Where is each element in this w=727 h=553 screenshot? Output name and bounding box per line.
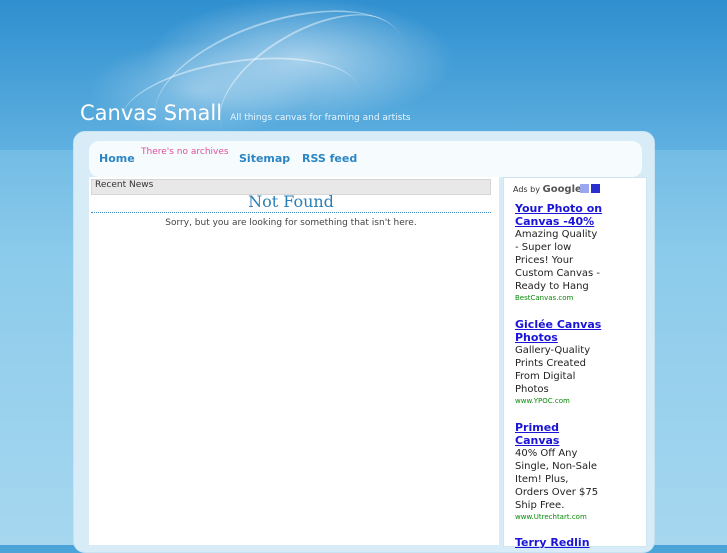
not-found-message: Sorry, but you are looking for something… <box>165 218 417 228</box>
ad-url-link[interactable]: www.Utrechtart.com <box>515 512 603 523</box>
ad-item: Primed Canvas 40% Off Any Single, Non-Sa… <box>515 421 603 523</box>
main-content <box>89 177 499 545</box>
ad-item: Your Photo on Canvas -40% Amazing Qualit… <box>515 202 603 304</box>
ads-by-google[interactable]: Ads by Google <box>513 184 582 195</box>
recent-news-label: Recent News <box>95 180 154 190</box>
title-divider <box>91 212 491 213</box>
header-background <box>0 0 727 180</box>
ads-prev-icon[interactable] <box>580 184 589 193</box>
ad-title-link[interactable]: Terry Redlin <box>515 536 603 549</box>
ad-item: Terry Redlin <box>515 536 603 549</box>
ads-by-label: Ads by <box>513 185 540 194</box>
ad-description: Amazing Quality - Super low Prices! Your… <box>515 229 600 292</box>
ad-description: Gallery-Quality Prints Created From Digi… <box>515 345 591 395</box>
site-title[interactable]: Canvas Small <box>80 101 222 125</box>
ad-title-link[interactable]: Giclée Canvas Photos <box>515 318 603 344</box>
not-found-title: Not Found <box>248 192 334 211</box>
nav-rss-feed[interactable]: RSS feed <box>302 152 357 165</box>
ad-description: 40% Off Any Single, Non-Sale Item! Plus,… <box>515 448 599 511</box>
ad-title-link[interactable]: Primed Canvas <box>515 421 603 447</box>
ads-next-icon[interactable] <box>591 184 600 193</box>
nav-home[interactable]: Home <box>99 152 135 165</box>
google-label: Google <box>542 184 582 195</box>
nav-sitemap[interactable]: Sitemap <box>239 152 290 165</box>
site-header: Canvas Small All things canvas for frami… <box>80 101 411 125</box>
site-tagline: All things canvas for framing and artist… <box>230 113 411 123</box>
ad-title-link[interactable]: Your Photo on Canvas -40% <box>515 202 603 228</box>
ad-url-link[interactable]: www.YPOC.com <box>515 396 603 407</box>
ad-item: Giclée Canvas Photos Gallery-Quality Pri… <box>515 318 603 407</box>
ad-url-link[interactable]: BestCanvas.com <box>515 293 603 304</box>
archives-note: There's no archives <box>141 147 229 157</box>
